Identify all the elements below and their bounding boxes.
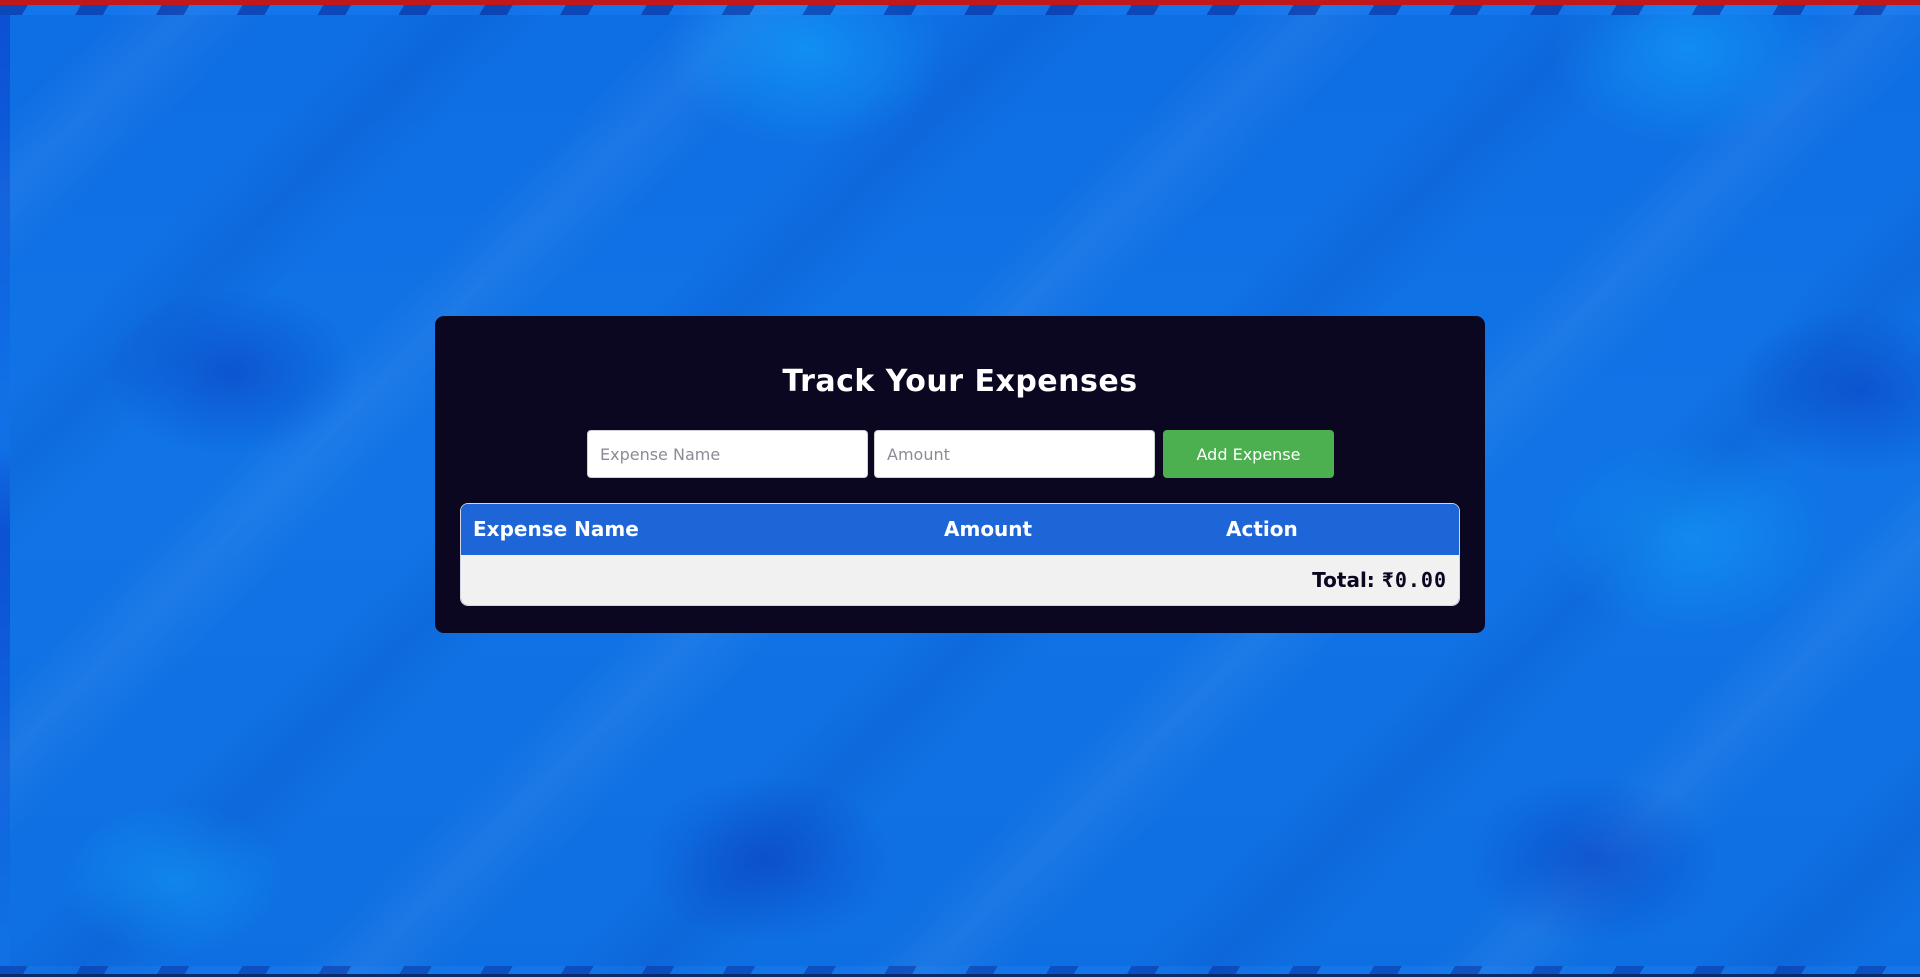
expense-table: Expense Name Amount Action Total: ₹0.00 xyxy=(460,503,1460,606)
left-decorative-edge xyxy=(0,15,10,965)
column-header-amount: Amount xyxy=(944,517,1033,541)
expense-name-input[interactable] xyxy=(587,430,868,478)
add-expense-button[interactable]: Add Expense xyxy=(1163,430,1334,478)
amount-input[interactable] xyxy=(874,430,1155,478)
table-header: Expense Name Amount Action xyxy=(461,504,1459,555)
column-header-expense-name: Expense Name xyxy=(473,517,639,541)
table-footer: Total: ₹0.00 xyxy=(461,555,1459,605)
expense-tracker-card: Track Your Expenses Add Expense Expense … xyxy=(435,316,1485,633)
column-header-action: Action xyxy=(1226,517,1298,541)
total-amount: ₹0.00 xyxy=(1381,568,1447,592)
total-label: Total: xyxy=(1312,568,1375,592)
top-decorative-stripe xyxy=(0,5,1920,15)
page-title: Track Your Expenses xyxy=(782,364,1138,399)
total-display: Total: ₹0.00 xyxy=(1312,555,1447,605)
bottom-decorative-stripe xyxy=(0,966,1920,974)
add-expense-form: Add Expense xyxy=(587,430,1347,478)
